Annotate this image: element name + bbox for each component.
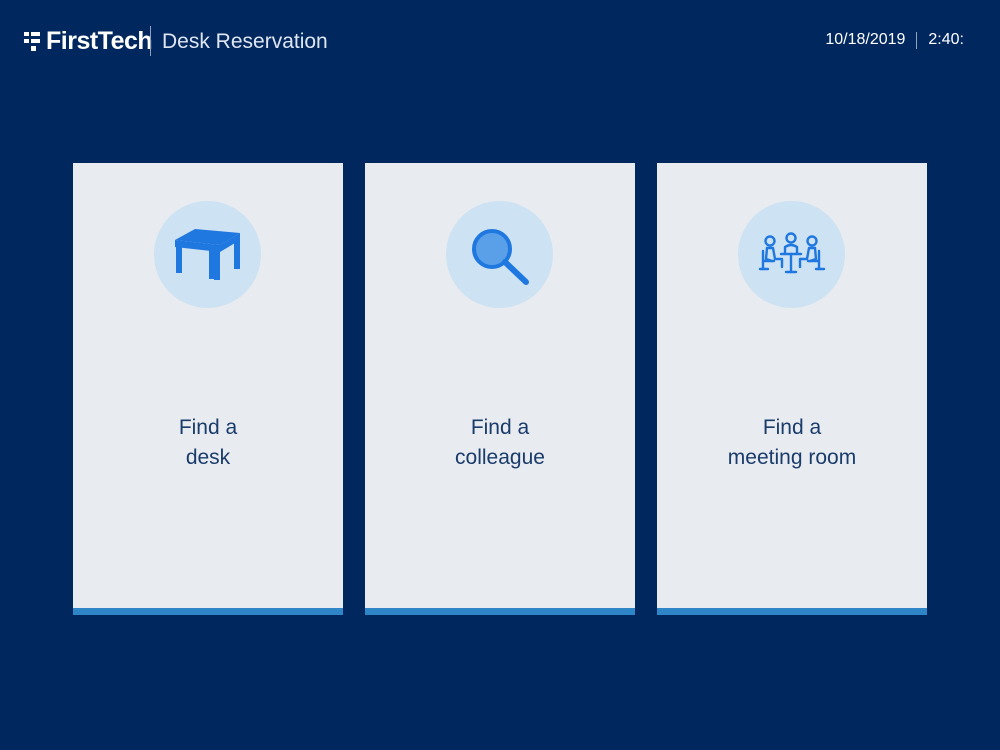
find-colleague-label: Find a colleague xyxy=(365,413,635,473)
app-title: Desk Reservation xyxy=(162,30,328,53)
card-accent-bar xyxy=(365,608,635,615)
find-desk-label-line2: desk xyxy=(185,446,231,469)
time-text: 2:40: xyxy=(928,31,964,48)
header: FirstTech Desk Reservation 10/18/2019 2:… xyxy=(0,0,1000,84)
find-colleague-label-line2: colleague xyxy=(455,446,545,469)
title-divider xyxy=(150,26,151,56)
find-desk-label: Find a desk xyxy=(73,413,343,473)
find-meeting-room-label-line1: Find a xyxy=(762,416,822,439)
find-meeting-room-label-line2: meeting room xyxy=(727,446,857,469)
logo-mark-icon xyxy=(24,30,40,52)
logo: FirstTech xyxy=(24,26,153,56)
find-desk-label-line1: Find a xyxy=(178,416,238,439)
meeting-icon-circle xyxy=(738,201,845,308)
card-accent-bar xyxy=(657,608,927,615)
card-accent-bar xyxy=(73,608,343,615)
find-colleague-card[interactable]: Find a colleague xyxy=(365,163,635,615)
datetime: 10/18/2019 2:40: xyxy=(825,29,964,51)
brand-name: FirstTech xyxy=(46,27,153,55)
magnifier-icon xyxy=(472,229,529,285)
desk-icon-circle xyxy=(154,201,261,308)
find-colleague-label-line1: Find a xyxy=(470,416,530,439)
find-meeting-room-label: Find a meeting room xyxy=(657,413,927,473)
find-desk-card[interactable]: Find a desk xyxy=(73,163,343,615)
desk-icon xyxy=(175,229,240,280)
date-text: 10/18/2019 xyxy=(825,31,906,48)
meeting-icon xyxy=(758,232,826,274)
magnifier-icon-circle xyxy=(446,201,553,308)
find-meeting-room-card[interactable]: Find a meeting room xyxy=(657,163,927,615)
datetime-divider xyxy=(916,31,918,49)
